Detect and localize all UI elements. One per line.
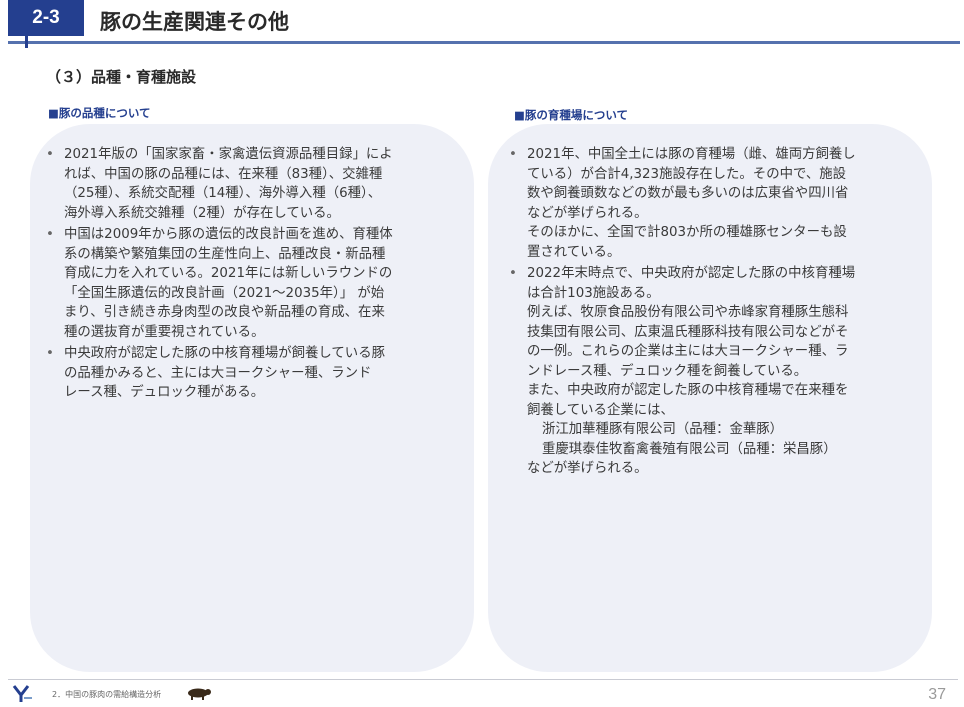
- list-item: • 2021年版の「国家家畜・家禽遺伝資源品種目録」によ れば、中国の豚の品種に…: [44, 145, 469, 223]
- bullet-dot-icon: •: [509, 266, 517, 281]
- text-line: 「全国生豚遺伝的改良計画（2021～2035年）」 が始: [64, 285, 385, 301]
- text-line: の品種かみると、主には大ヨークシャー種、ランド: [64, 365, 372, 381]
- text-line: 育成に力を入れている。2021年には新しいラウンドの: [64, 266, 393, 281]
- text-line: 飼養している企業には、: [527, 402, 674, 418]
- bullet-dot-icon: •: [509, 147, 517, 162]
- text-line: また、中央政府が認定した豚の中核育種場で在来種を: [527, 383, 849, 398]
- footer-chapter-label: 2．中国の豚肉の需給構造分析: [52, 690, 162, 699]
- section-number-badge: 2-3: [8, 0, 84, 36]
- text-line: 例えば、牧原食品股份有限公司や赤峰家育種豚生態科: [527, 305, 849, 320]
- bullet-dot-icon: •: [46, 147, 54, 162]
- text-line: 数や飼養頭数などの数が最も多いのは広東省や四川省: [527, 186, 849, 201]
- footer-divider: [8, 679, 958, 680]
- page-title: 豚の生産関連その他: [100, 10, 289, 34]
- bullet-dot-icon: •: [46, 227, 54, 242]
- text-line: 海外導入系統交雑種（2種）が存在している。: [64, 205, 340, 221]
- list-item: • 2021年、中国全土には豚の育種場（雌、雄両方飼養し ている）が合計4,32…: [507, 145, 927, 262]
- text-line: 2021年、中国全土には豚の育種場（雌、雄両方飼養し: [527, 147, 856, 162]
- text-line: 中国は2009年から豚の遺伝的改良計画を進め、育種体: [64, 227, 393, 242]
- text-line: 種の選抜育が重要視されている。: [64, 324, 265, 340]
- title-tick-mark: [25, 36, 28, 48]
- section-heading: （３）品種・育種施設: [46, 68, 197, 86]
- list-item: • 2022年末時点で、中央政府が認定した豚の中核育種場 は合計103施設ある。…: [507, 264, 927, 479]
- company-line: 重慶琪泰佳牧畜禽養殖有限公司（品種：栄昌豚）: [542, 441, 837, 457]
- text-line: などが挙げられる。: [527, 205, 648, 221]
- text-line: 2022年末時点で、中央政府が認定した豚の中核育種場: [527, 266, 856, 281]
- text-line: （25種）、系統交配種（14種）、海外導入種（6種）、: [64, 186, 382, 201]
- text-line: などが挙げられる。: [527, 461, 648, 476]
- text-line: まり、引き続き赤身肉型の改良や新品種の育成、在来: [64, 305, 385, 320]
- text-line: は合計103施設ある。: [527, 285, 660, 301]
- text-line: 中央政府が認定した豚の中核育種場が飼養している豚: [64, 346, 385, 361]
- right-subheading: ■豚の育種場について: [514, 108, 629, 122]
- text-line: 2021年版の「国家家畜・家禽遺伝資源品種目録」によ: [64, 147, 393, 162]
- right-bullet-list: • 2021年、中国全土には豚の育種場（雌、雄両方飼養し ている）が合計4,32…: [507, 145, 927, 481]
- list-item: • 中国は2009年から豚の遺伝的改良計画を進め、育種体 系の構築や繁殖集団の生…: [44, 225, 469, 342]
- text-line: 技集団有限公司、広東温氏種豚科技有限公司などがそ: [527, 324, 849, 340]
- text-line: の一例。これらの企業は主には大ヨークシャー種、ラ: [527, 344, 849, 359]
- left-subheading: ■豚の品種について: [48, 106, 151, 120]
- text-line: 置されている。: [527, 244, 621, 260]
- text-line: レース種、デュロック種がある。: [64, 385, 265, 400]
- text-line: 系の構築や繁殖集団の生産性向上、品種改良・新品種: [64, 246, 386, 262]
- company-line: 浙江加華種豚有限公司（品種：金華豚）: [542, 422, 784, 437]
- text-line: そのほかに、全国で計803か所の種雄豚センターも設: [527, 225, 847, 240]
- title-underline: [8, 41, 960, 44]
- pig-icon: [188, 688, 211, 700]
- list-item: • 中央政府が認定した豚の中核育種場が飼養している豚 の品種かみると、主には大ヨ…: [44, 344, 469, 403]
- bullet-dot-icon: •: [46, 346, 54, 361]
- page-number: 37: [928, 686, 946, 703]
- text-line: ている）が合計4,323施設存在した。その中で、施設: [527, 166, 847, 182]
- text-line: ンドレース種、デュロック種を飼養している。: [527, 363, 808, 379]
- left-bullet-list: • 2021年版の「国家家畜・家禽遺伝資源品種目録」によ れば、中国の豚の品種に…: [44, 145, 469, 405]
- alic-logo-icon: [12, 685, 32, 702]
- text-line: れば、中国の豚の品種には、在来種（83種）、交雑種: [64, 166, 383, 182]
